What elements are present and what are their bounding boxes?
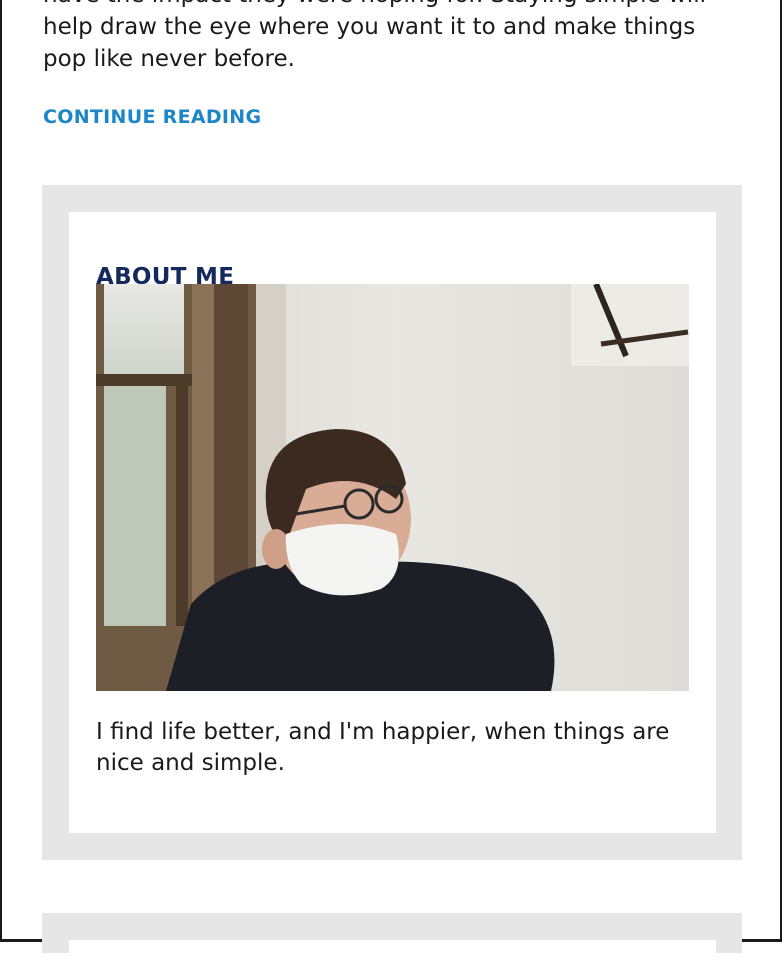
about-photo — [96, 284, 689, 691]
page-frame: have the impact they were hoping for. St… — [0, 0, 782, 960]
next-widget — [42, 913, 742, 960]
about-me-widget: ABOUT ME I find life better, and I'm hap… — [42, 185, 742, 860]
about-text: I find life better, and I'm happier, whe… — [96, 719, 670, 776]
next-widget-card — [69, 940, 716, 960]
continue-reading-link[interactable]: CONTINUE READING — [43, 106, 261, 128]
post-excerpt: have the impact they were hoping for. St… — [43, 0, 706, 72]
about-me-widget-card: ABOUT ME I find life better, and I'm hap… — [69, 212, 716, 833]
